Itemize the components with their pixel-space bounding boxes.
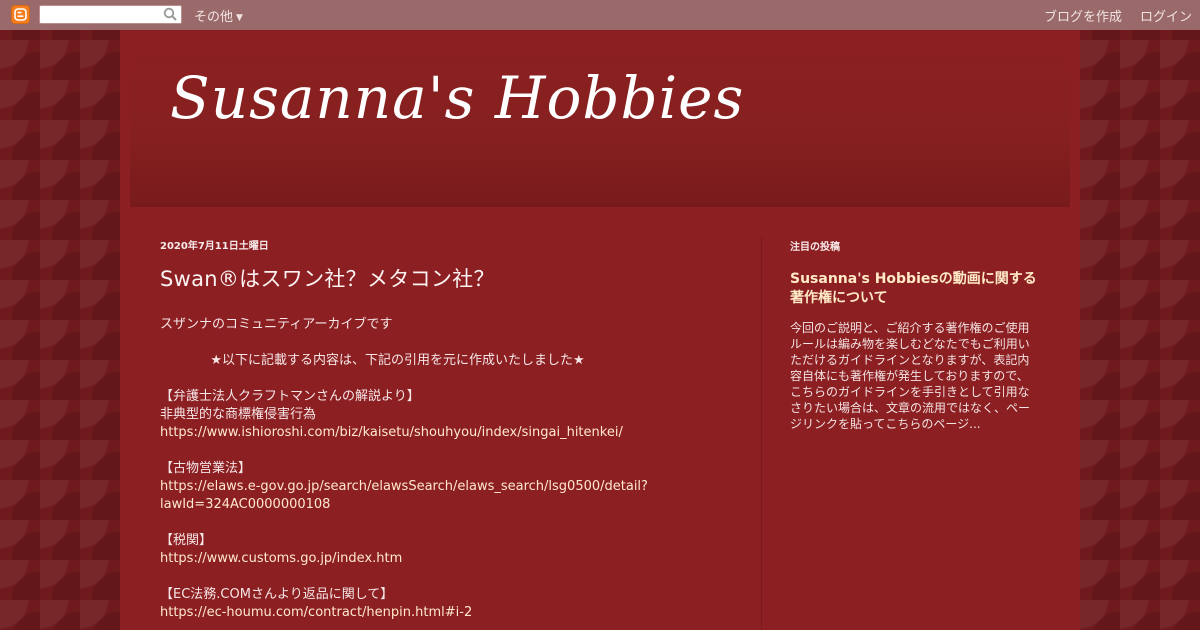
search-input[interactable] [39, 5, 182, 24]
post-title[interactable]: Swan®はスワン社？メタコン社？ [160, 269, 495, 290]
chevron-down-icon: ▼ [236, 13, 243, 23]
post-body: スザンナのコミュニティアーカイブです ★以下に記載する内容は、下記の引用を元に作… [160, 316, 720, 622]
post-link[interactable]: https://ec-houmu.com/contract/henpin.htm… [160, 605, 472, 620]
post-line: スザンナのコミュニティアーカイブです [160, 317, 393, 332]
post-line [160, 334, 720, 352]
widget-title: 注目の投稿 [790, 242, 840, 253]
post-line: 【EC法務.COMさんより返品に関して】 [160, 587, 394, 602]
post-link[interactable]: lawId=324AC0000000108 [160, 497, 330, 512]
more-menu-label: その他 [194, 10, 234, 25]
search-icon[interactable] [163, 7, 178, 22]
post-line: 【弁護士法人クラフトマンさんの解説より】 [160, 389, 420, 404]
blogger-logo-icon[interactable] [11, 5, 30, 24]
post-line [160, 370, 720, 388]
post-link[interactable]: https://www.ishioroshi.com/biz/kaisetu/s… [160, 425, 623, 440]
post-line: 非典型的な商標権侵害行為 [160, 407, 317, 422]
post-line [160, 514, 720, 532]
post-line [160, 568, 720, 586]
post-line [160, 442, 720, 460]
post-line: 【税関】 [160, 533, 213, 548]
blog-title[interactable]: Susanna's Hobbies [170, 64, 744, 132]
post-line: 【古物営業法】 [160, 461, 252, 476]
header: Susanna's Hobbies [130, 30, 1070, 207]
post-link[interactable]: https://www.customs.go.jp/index.htm [160, 551, 402, 566]
column-divider [761, 237, 762, 630]
more-menu[interactable]: その他 ▼ [194, 6, 243, 25]
featured-post-snippet: 今回のご説明と、ご紹介する著作権のご使用ルールは編み物を楽しむどなたでもご利用い… [790, 321, 1031, 431]
content-outer: Susanna's Hobbies 2020年7月11日土曜日 Swan®はスワ… [120, 30, 1080, 630]
login-link[interactable]: ログイン [1140, 10, 1192, 25]
featured-post-title[interactable]: Susanna's Hobbiesの動画に関する著作権について [790, 270, 1040, 308]
post-link[interactable]: https://elaws.e-gov.go.jp/search/elawsSe… [160, 479, 648, 494]
nav-right: ブログを作成 ログイン [1026, 6, 1192, 25]
post-line: ★以下に記載する内容は、下記の引用を元に作成いたしました★ [210, 353, 585, 368]
date-header: 2020年7月11日土曜日 [160, 241, 269, 252]
create-blog-link[interactable]: ブログを作成 [1044, 10, 1122, 25]
navbar: その他 ▼ ブログを作成 ログイン [0, 0, 1200, 30]
